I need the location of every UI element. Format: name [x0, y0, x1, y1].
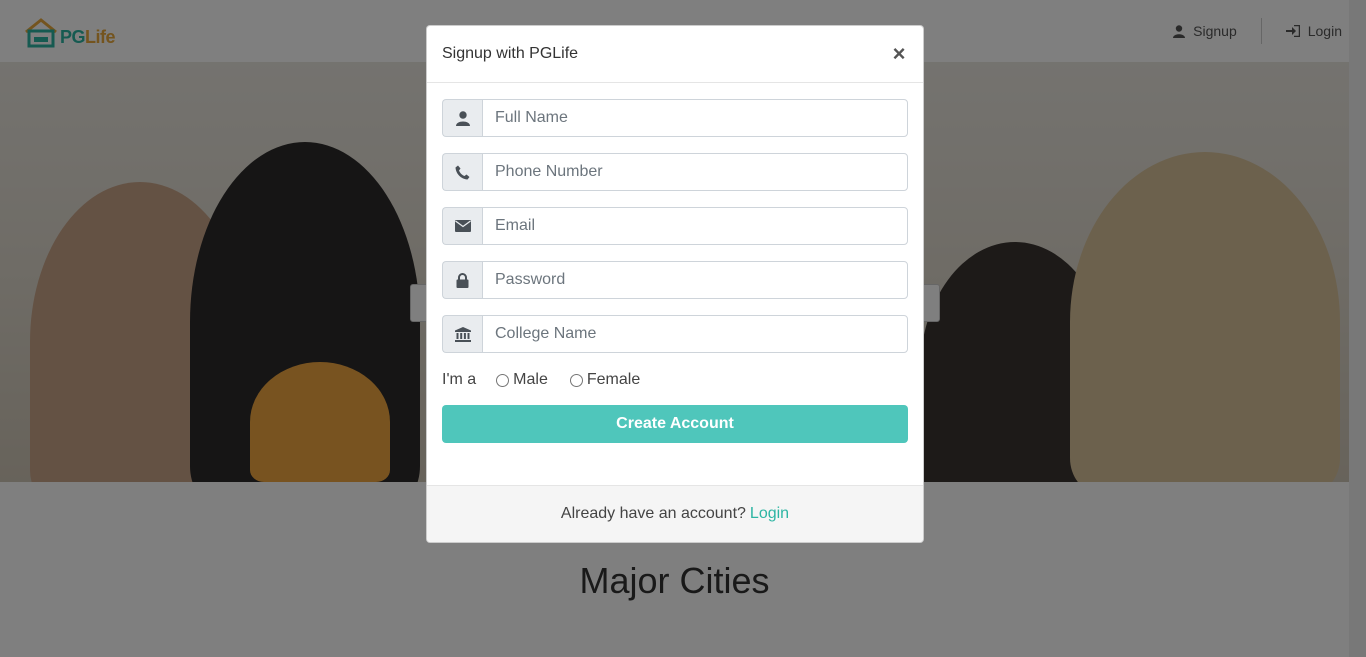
modal-body: I'm a Male Female Create Account: [427, 83, 923, 443]
modal-footer: Already have an account? Login: [427, 485, 923, 542]
user-icon: [442, 99, 482, 137]
phone-group: [442, 153, 908, 191]
lock-icon: [442, 261, 482, 299]
email-input[interactable]: [482, 207, 908, 245]
password-input[interactable]: [482, 261, 908, 299]
female-label: Female: [586, 371, 641, 388]
envelope-icon: [442, 207, 482, 245]
gender-selector: I'm a Male Female: [442, 369, 908, 391]
full-name-input[interactable]: [482, 99, 908, 137]
gender-option-male[interactable]: Male: [496, 371, 548, 389]
college-group: [442, 315, 908, 353]
university-icon: [442, 315, 482, 353]
password-group: [442, 261, 908, 299]
phone-icon: [442, 153, 482, 191]
gender-option-female[interactable]: Female: [569, 371, 641, 389]
full-name-group: [442, 99, 908, 137]
college-input[interactable]: [482, 315, 908, 353]
female-radio[interactable]: [569, 373, 583, 387]
footer-text: Already have an account?: [560, 505, 746, 522]
male-radio[interactable]: [496, 373, 510, 387]
modal-title: Signup with PGLife: [442, 45, 579, 62]
close-button[interactable]: ×: [890, 43, 908, 65]
gender-label: I'm a: [442, 371, 477, 388]
footer-login-link[interactable]: Login: [750, 505, 789, 523]
modal-header: Signup with PGLife ×: [427, 26, 923, 83]
phone-input[interactable]: [482, 153, 908, 191]
male-label: Male: [513, 371, 548, 388]
email-group: [442, 207, 908, 245]
create-account-button[interactable]: Create Account: [442, 405, 908, 443]
signup-modal: Signup with PGLife × Full Name Phone Num…: [426, 25, 924, 543]
